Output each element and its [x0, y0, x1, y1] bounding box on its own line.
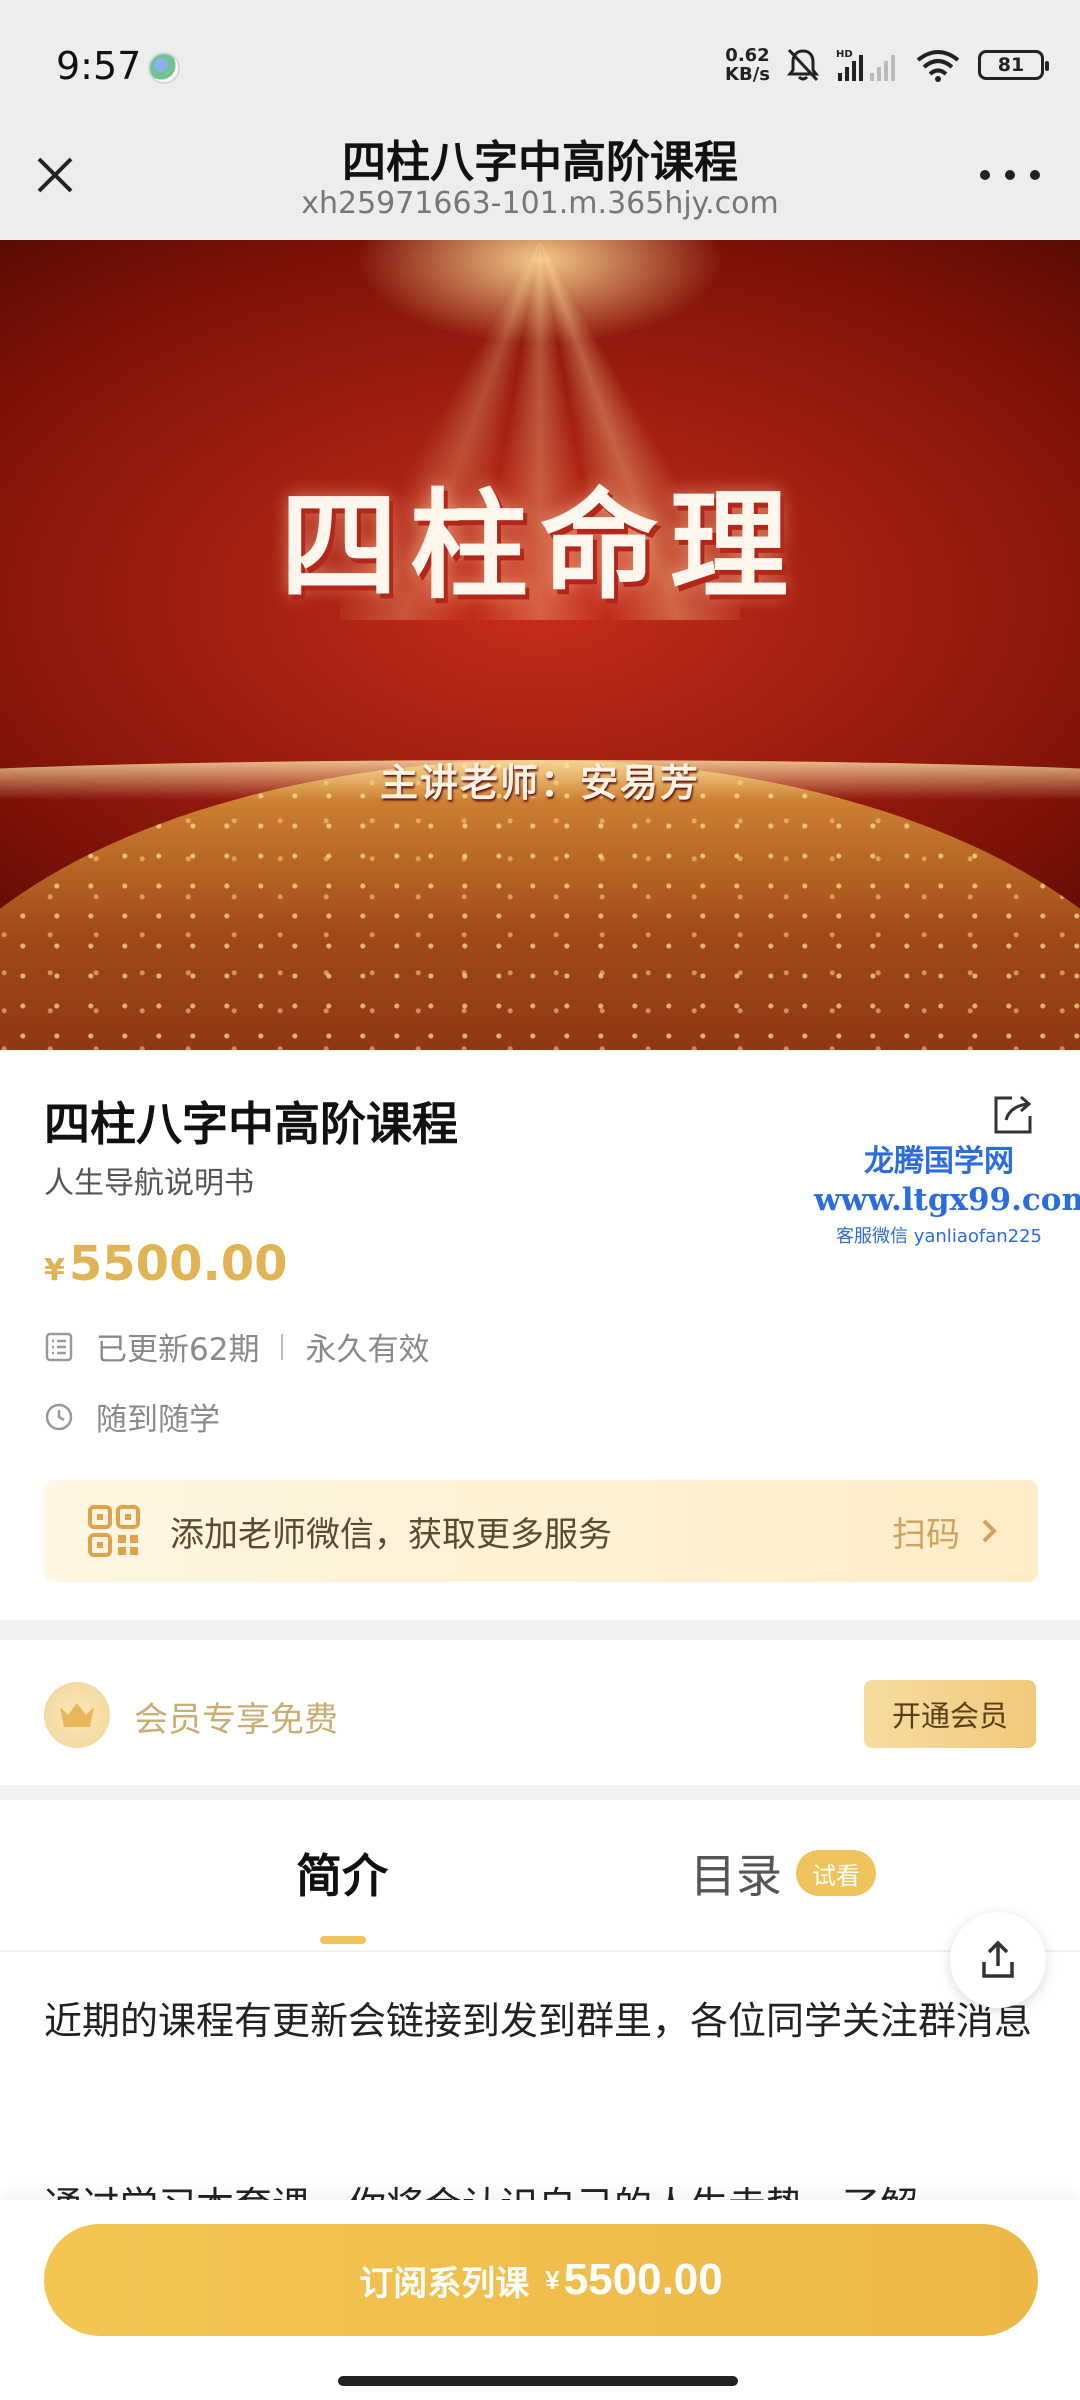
upload-share-icon [982, 1940, 1014, 1978]
member-free-text: 会员专享免费 [134, 1700, 338, 1740]
update-info-row: 已更新62期 永久有效 [44, 1324, 429, 1369]
page-url: xh25971663-101.m.365hjy.com [301, 186, 779, 221]
learning-mode: 随到随学 [96, 1402, 220, 1438]
network-speed: 0.62 KB/s [725, 46, 770, 84]
membership-card: 会员专享免费 开通会员 [0, 1640, 1080, 1785]
status-bar: 9:57 0.62 KB/s HD 81 [0, 0, 1080, 130]
crown-icon [60, 1703, 94, 1727]
battery-indicator: 81 [978, 50, 1049, 80]
tab-divider [0, 1950, 1080, 1952]
course-price: ¥5500.00 [44, 1236, 288, 1292]
more-dot-icon [980, 170, 990, 180]
network-speed-unit: KB/s [725, 64, 770, 85]
signal-icon: HD [836, 49, 895, 81]
wifi-icon [916, 50, 960, 82]
share-icon[interactable] [988, 1090, 1038, 1140]
status-icons: 0.62 KB/s HD 81 [725, 46, 1049, 84]
course-subtitle: 人生导航说明书 [44, 1166, 254, 1201]
qr-code-icon [88, 1505, 140, 1557]
watermark-overlay: 龙腾国学网 www.ltgx99.com 客服微信 yanliaofan225 [814, 1136, 1080, 1248]
intro-paragraph-1: 近期的课程有更新会链接到发到群里，各位同学关注群消息 [44, 1999, 1033, 2043]
updated-count: 已更新62期 [96, 1332, 260, 1368]
wechat-banner-text: 添加老师微信，获取更多服务 [170, 1514, 612, 1555]
watermark-name: 龙腾国学网 [864, 1144, 1014, 1179]
course-title: 四柱八字中高阶课程 [44, 1097, 458, 1151]
learning-mode-row: 随到随学 [44, 1394, 220, 1439]
banner-teacher: 主讲老师：安易芳 [379, 760, 700, 805]
subscribe-label: 订阅系列课 [359, 2264, 530, 2303]
tab-intro[interactable]: 简介 [296, 1840, 388, 1906]
tab-catalog[interactable]: 目录 [690, 1840, 782, 1906]
price-currency: ¥ [44, 1253, 65, 1288]
bell-muted-icon [787, 48, 819, 82]
content-section: 简介 目录 试看 近期的课程有更新会链接到发到群里，各位同学关注群消息 通过学习… [0, 1800, 1080, 2220]
more-options-button[interactable] [980, 160, 1040, 190]
watermark-contact: 客服微信 yanliaofan225 [836, 1226, 1042, 1247]
preview-badge: 试看 [796, 1850, 876, 1896]
add-teacher-wechat-banner[interactable]: 添加老师微信，获取更多服务 扫码 [44, 1480, 1038, 1582]
subscribe-currency: ¥ [545, 2264, 560, 2295]
svg-text:HD: HD [836, 49, 853, 60]
bottom-bar: 订阅系列课 ¥ 5500.00 [0, 2200, 1080, 2400]
subscribe-price: 5500.00 [563, 2255, 723, 2304]
status-time: 9:57 [56, 44, 142, 88]
validity: 永久有效 [305, 1332, 430, 1368]
more-dot-icon [1005, 170, 1015, 180]
open-membership-button[interactable]: 开通会员 [864, 1680, 1036, 1748]
list-icon [45, 1332, 73, 1361]
banner-title: 四柱命理 [279, 476, 800, 615]
course-banner-image: 四柱命理 主讲老师：安易芳 [0, 240, 1080, 1050]
clock-icon [45, 1403, 73, 1430]
price-amount: 5500.00 [68, 1236, 288, 1292]
scan-link[interactable]: 扫码 [892, 1507, 960, 1556]
floating-share-button[interactable] [950, 1912, 1046, 2008]
app-notification-icon [148, 52, 180, 84]
title-bar: 四柱八字中高阶课程 xh25971663-101.m.365hjy.com [0, 130, 1080, 240]
crown-badge [44, 1682, 110, 1748]
home-indicator[interactable] [338, 2376, 738, 2386]
watermark-site: www.ltgx99.com [814, 1182, 1080, 1218]
more-dot-icon [1030, 170, 1040, 180]
meta-separator [281, 1333, 284, 1360]
active-tab-indicator [320, 1936, 366, 1944]
chevron-right-icon [982, 1519, 997, 1543]
subscribe-series-button[interactable]: 订阅系列课 ¥ 5500.00 [44, 2224, 1038, 2336]
page-title: 四柱八字中高阶课程 [342, 137, 738, 188]
network-speed-value: 0.62 [725, 45, 770, 66]
